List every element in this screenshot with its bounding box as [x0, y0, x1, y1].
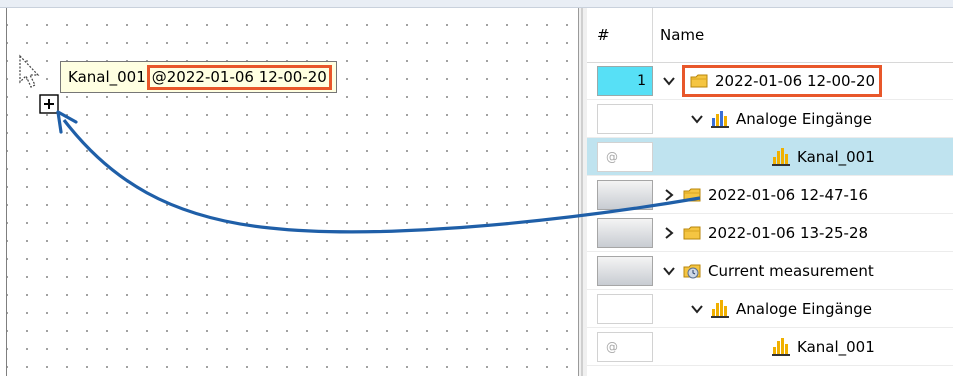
tree-row-label: Kanal_001 [797, 147, 875, 166]
drag-tooltip: Kanal_001 @2022-01-06 12-00-20 [60, 61, 337, 93]
tree-row-label: Analoge Eingänge [736, 109, 872, 128]
measurement-name-highlight: 2022-01-06 12-00-20 [682, 64, 883, 97]
channel-group-icon [711, 299, 729, 318]
tree-row-group[interactable]: Analoge Eingänge [587, 100, 953, 138]
tree-row-label: 2022-01-06 12-47-16 [708, 185, 869, 204]
tree-row-label: Kanal_001 [797, 337, 875, 356]
tree-row-group[interactable]: Analoge Eingänge [587, 290, 953, 328]
column-header-number[interactable]: # [587, 8, 653, 62]
tree-row-channel[interactable]: @ Kanal_001 [587, 328, 953, 366]
chevron-down-icon[interactable] [690, 302, 704, 316]
data-browser-tree[interactable]: # Name 1 2022-01-06 12-00-20 Analoge Ein… [587, 8, 953, 376]
column-header-name[interactable]: Name [654, 8, 704, 62]
tooltip-measurement-time: @2022-01-06 12-00-20 [146, 64, 332, 90]
tree-row-current-measurement[interactable]: Current measurement [587, 252, 953, 290]
tree-row-label: Current measurement [708, 261, 874, 280]
tree-row-measurement[interactable]: 2022-01-06 13-25-28 [587, 214, 953, 252]
row-number-cell[interactable] [597, 104, 653, 134]
row-number-cell[interactable] [597, 294, 653, 324]
chevron-right-icon[interactable] [662, 226, 676, 240]
row-number-cell[interactable] [597, 256, 653, 286]
tree-row-measurement[interactable]: 1 2022-01-06 12-00-20 [587, 62, 953, 100]
channel-icon [772, 147, 790, 166]
chevron-down-icon[interactable] [690, 112, 704, 126]
tree-row-label: Analoge Eingänge [736, 299, 872, 318]
tree-header: # Name [587, 8, 953, 63]
tree-row-measurement[interactable]: 2022-01-06 12-47-16 [587, 176, 953, 214]
folder-icon [683, 226, 701, 239]
chevron-right-icon[interactable] [662, 188, 676, 202]
channel-group-lock-icon [711, 110, 729, 128]
current-measurement-icon [683, 264, 701, 278]
window-top-border [0, 0, 953, 8]
tooltip-channel-name: Kanal_001 [68, 68, 146, 86]
drop-copy-icon [39, 94, 59, 114]
folder-icon [690, 74, 708, 87]
row-number-cell[interactable] [597, 218, 653, 248]
channel-icon [772, 337, 790, 356]
row-number-cell[interactable]: @ [597, 142, 653, 172]
chevron-down-icon[interactable] [662, 74, 676, 88]
row-number-cell[interactable]: 1 [597, 66, 653, 96]
folder-icon [683, 188, 701, 201]
tree-row-label: 2022-01-06 13-25-28 [708, 223, 869, 242]
row-number-cell[interactable]: @ [597, 332, 653, 362]
drag-pointer-icon [19, 54, 40, 88]
tree-row-label: 2022-01-06 12-00-20 [715, 71, 876, 90]
chevron-down-icon[interactable] [662, 264, 676, 278]
tree-row-channel[interactable]: @ Kanal_001 [587, 138, 953, 176]
row-number-cell[interactable] [597, 180, 653, 210]
